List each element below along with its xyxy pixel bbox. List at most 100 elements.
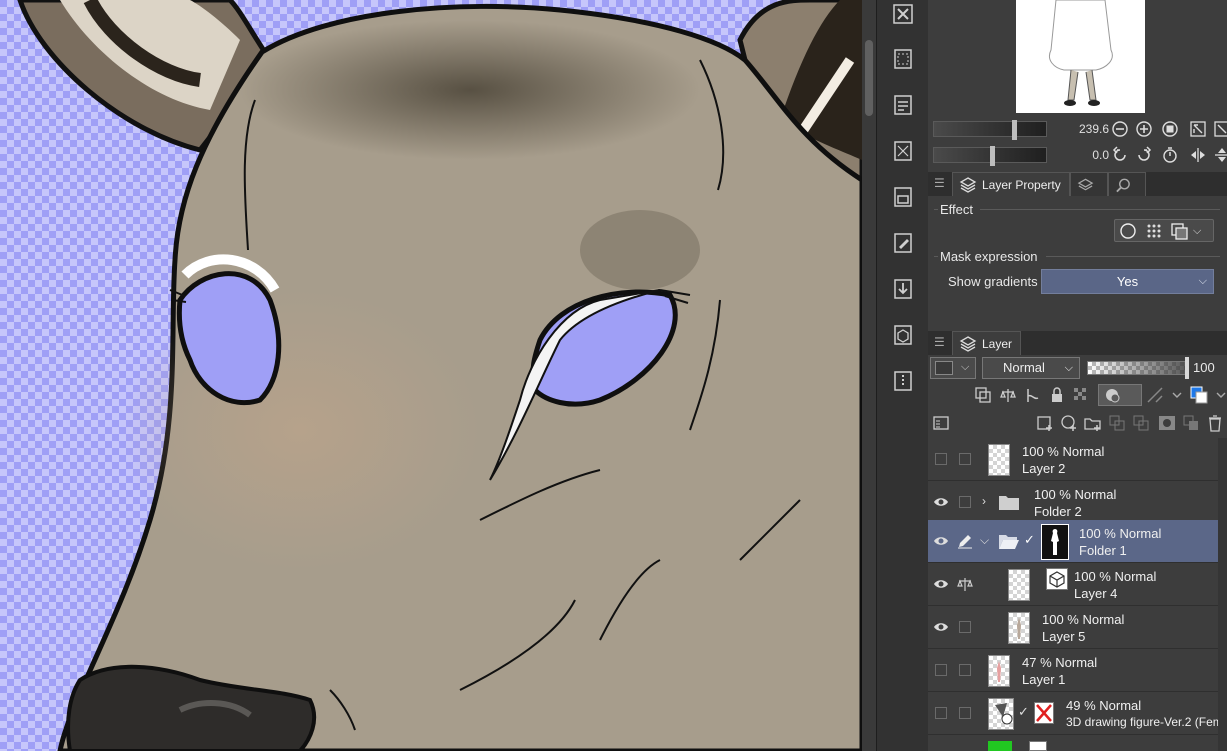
opacity-slider-knob[interactable] bbox=[1185, 357, 1189, 379]
opacity-slider[interactable] bbox=[1087, 361, 1187, 375]
mask-thumbnail[interactable] bbox=[1041, 524, 1069, 560]
apply-mask-icon[interactable] bbox=[1182, 414, 1200, 432]
clip-layer-icon[interactable] bbox=[974, 386, 992, 404]
tab-layer[interactable]: Layer bbox=[952, 331, 1022, 355]
layer-name: Folder 2 bbox=[1034, 504, 1082, 519]
scrollbar-thumb[interactable] bbox=[865, 40, 873, 116]
new-folder-icon[interactable] bbox=[1084, 414, 1102, 432]
tab-search[interactable] bbox=[1108, 172, 1146, 196]
draft-layer-icon[interactable] bbox=[1024, 386, 1042, 404]
layer-opacity-blend: 100 % Normal bbox=[1034, 487, 1117, 502]
lock-toggle[interactable] bbox=[957, 662, 973, 678]
3d-cube-icon bbox=[1046, 568, 1068, 590]
lock-toggle[interactable] bbox=[957, 451, 973, 467]
chevron-down-icon[interactable]: ⌵ bbox=[980, 533, 994, 547]
eye-icon[interactable] bbox=[933, 576, 949, 592]
actual-size-icon[interactable] bbox=[1161, 120, 1179, 138]
layer-color-icon[interactable] bbox=[1190, 386, 1208, 404]
eye-icon[interactable] bbox=[933, 494, 949, 510]
zoom-value: 239.6 bbox=[1078, 122, 1109, 136]
layer-row-layer-5[interactable]: 100 % Normal Layer 5 bbox=[928, 606, 1218, 649]
rotate-right-icon[interactable] bbox=[1135, 146, 1153, 164]
eye-icon[interactable] bbox=[933, 533, 949, 549]
layer-row-layer-2[interactable]: 100 % Normal Layer 2 bbox=[928, 438, 1218, 481]
fit-screen-icon[interactable] bbox=[1189, 120, 1207, 138]
lock-toggle[interactable] bbox=[957, 705, 973, 721]
edit-icon[interactable] bbox=[891, 231, 915, 255]
reset-rotation-icon[interactable] bbox=[1161, 146, 1179, 164]
layer-row-folder-2[interactable]: › 100 % Normal Folder 2 bbox=[928, 481, 1218, 524]
settings-icon[interactable] bbox=[891, 369, 915, 393]
visibility-toggle[interactable] bbox=[933, 451, 949, 467]
flip-horizontal-icon[interactable] bbox=[1189, 146, 1207, 164]
close-icon[interactable] bbox=[891, 2, 915, 26]
zoom-slider[interactable] bbox=[933, 120, 1047, 140]
drawing-canvas[interactable] bbox=[0, 0, 862, 751]
menu-grip-icon[interactable]: ☰ bbox=[934, 335, 946, 349]
layer-color-effect-icon[interactable] bbox=[1171, 222, 1189, 240]
lock-toggle[interactable] bbox=[957, 619, 973, 635]
layer-info: 100 % Normal Layer 5 bbox=[1042, 611, 1124, 645]
lock-toggle[interactable] bbox=[957, 494, 973, 510]
layer-property-tabbar: ☰ Layer Property bbox=[928, 172, 1227, 196]
dropdown-chevron-icon[interactable] bbox=[1212, 386, 1227, 404]
reference-layer-icon[interactable] bbox=[999, 386, 1017, 404]
layer-row-layer-4[interactable]: 100 % Normal Layer 4 bbox=[928, 563, 1218, 606]
visibility-toggle[interactable] bbox=[933, 662, 949, 678]
3d-icon[interactable] bbox=[891, 323, 915, 347]
new-vector-layer-icon[interactable] bbox=[1060, 414, 1078, 432]
layer-row-3d-figure[interactable]: ✓ 49 % Normal 3D drawing figure-Ver.2 (F… bbox=[928, 692, 1227, 735]
layer-list-scrollbar[interactable] bbox=[1218, 438, 1227, 751]
rotate-left-icon[interactable] bbox=[1111, 146, 1129, 164]
export-icon[interactable] bbox=[891, 139, 915, 163]
layer-row-layer-1[interactable]: 47 % Normal Layer 1 bbox=[928, 649, 1218, 692]
palette-menu-icon[interactable] bbox=[932, 414, 950, 432]
rotation-slider[interactable] bbox=[933, 146, 1047, 166]
show-gradients-select[interactable]: Yes ⌵ bbox=[1041, 269, 1214, 294]
tone-effect-icon[interactable] bbox=[1145, 222, 1163, 240]
merge-down-icon[interactable] bbox=[1132, 414, 1150, 432]
opacity-value[interactable]: 100 bbox=[1193, 360, 1215, 375]
lock-icon[interactable] bbox=[1048, 386, 1066, 404]
chevron-right-icon[interactable]: › bbox=[982, 494, 996, 508]
flip-vertical-icon[interactable] bbox=[1213, 146, 1227, 164]
new-canvas-icon[interactable] bbox=[891, 47, 915, 71]
create-mask-icon[interactable] bbox=[1158, 414, 1176, 432]
delete-layer-icon[interactable] bbox=[1206, 414, 1224, 432]
layer-info: 100 % Normal Layer 4 bbox=[1074, 568, 1156, 602]
save-icon[interactable] bbox=[891, 185, 915, 209]
tab-layer-search[interactable] bbox=[1070, 172, 1108, 196]
pen-edit-icon[interactable] bbox=[957, 533, 973, 549]
transfer-down-icon[interactable] bbox=[1108, 414, 1126, 432]
layer-row-folder-1[interactable]: ⌵ ✓ 100 % Normal Folder 1 bbox=[928, 520, 1218, 563]
canvas-vertical-scrollbar[interactable] bbox=[862, 0, 876, 751]
command-bar bbox=[876, 0, 928, 751]
effect-dropdown-chevron-icon[interactable]: ⌵ bbox=[1193, 222, 1211, 240]
layer-name: Layer 2 bbox=[1022, 461, 1066, 476]
mask-expression-heading: Mask expression bbox=[940, 249, 1038, 264]
navigator-preview[interactable] bbox=[1016, 0, 1145, 113]
reference-layer-icon[interactable] bbox=[957, 576, 973, 592]
eye-icon[interactable] bbox=[933, 619, 949, 635]
tab-layer-property[interactable]: Layer Property bbox=[952, 172, 1070, 196]
blend-mode-select[interactable]: Normal ⌵ bbox=[982, 357, 1080, 379]
lock-transparent-icon[interactable] bbox=[1072, 386, 1090, 404]
zoom-out-icon[interactable] bbox=[1111, 120, 1129, 138]
visibility-toggle[interactable] bbox=[933, 705, 949, 721]
layer-info: 100 % Normal Folder 2 bbox=[1034, 486, 1116, 520]
zoom-in-icon[interactable] bbox=[1135, 120, 1153, 138]
fit-navigator-icon[interactable] bbox=[1213, 120, 1227, 138]
border-effect-icon[interactable] bbox=[1119, 222, 1137, 240]
show-gradients-label: Show gradients bbox=[948, 274, 1038, 289]
ruler-display-icon[interactable] bbox=[1146, 386, 1164, 404]
new-raster-layer-icon[interactable] bbox=[1036, 414, 1054, 432]
layer-opacity-blend: 49 % Normal bbox=[1066, 698, 1142, 713]
import-icon[interactable] bbox=[891, 277, 915, 301]
open-icon[interactable] bbox=[891, 93, 915, 117]
blend-mode-value: Normal bbox=[1003, 360, 1045, 375]
layer-row-paper[interactable] bbox=[928, 735, 1218, 751]
dropdown-chevron-icon[interactable] bbox=[1168, 386, 1186, 404]
layer-color-swatch[interactable]: ⌵ bbox=[930, 357, 976, 379]
menu-grip-icon[interactable]: ☰ bbox=[934, 176, 946, 190]
mask-display-icon[interactable] bbox=[1098, 384, 1142, 406]
